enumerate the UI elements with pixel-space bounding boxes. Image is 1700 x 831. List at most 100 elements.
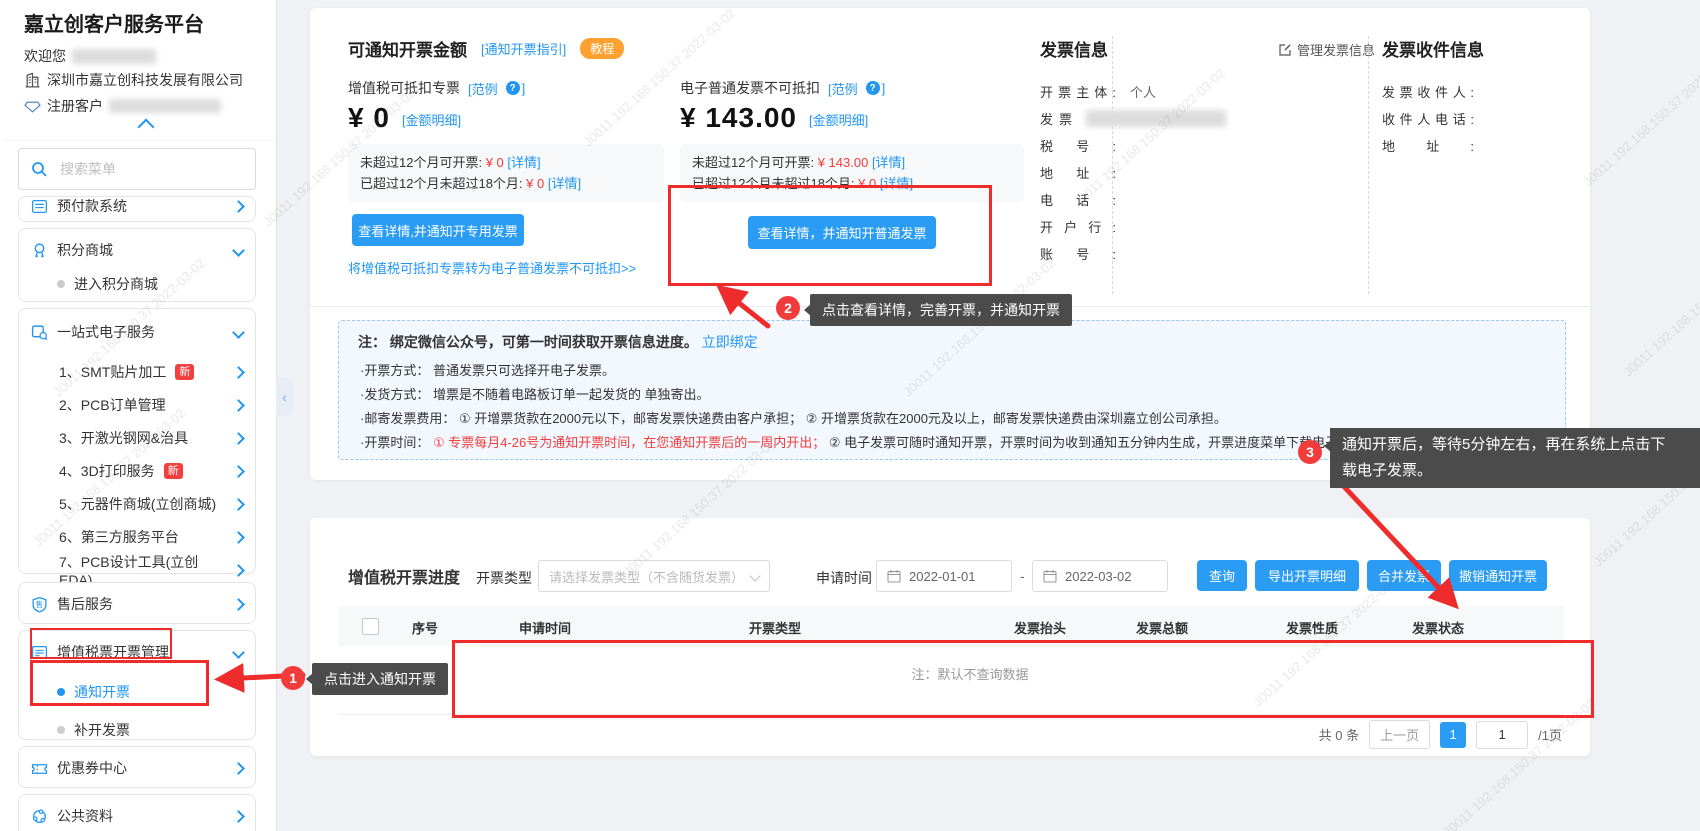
- amount-detail-link[interactable]: [金额明细]: [402, 110, 461, 134]
- sidebar-item-public-data[interactable]: 公共资料: [19, 801, 255, 831]
- detail-link[interactable]: [详情]: [880, 176, 913, 191]
- apply-time-label: 申请时间: [816, 568, 872, 588]
- notify-normal-invoice-button[interactable]: 查看详情，并通知开普通发票: [748, 216, 936, 249]
- app-title: 嘉立创客户服务平台: [24, 8, 204, 37]
- cancel-notify-invoice-button[interactable]: 撤销通知开票: [1449, 560, 1547, 591]
- example-link[interactable]: [范例: [468, 79, 498, 98]
- breakdown-line2-text: 已超过12个月未超过18个月:: [360, 176, 523, 191]
- tutorial-badge[interactable]: 教程: [580, 38, 624, 59]
- sidebar-item-label: 公共资料: [57, 806, 113, 826]
- search-input[interactable]: [58, 160, 222, 178]
- sidebar-card-vat: 增值税票开票管理 通知开票 补开发票: [18, 630, 256, 740]
- building-icon: [24, 72, 41, 89]
- sidebar-item-coupon-center[interactable]: 优惠券中心: [19, 753, 255, 783]
- normal-amount: ¥ 143.00: [680, 102, 797, 134]
- field-label: 账号:: [1040, 244, 1116, 263]
- chevron-right-icon: [232, 465, 245, 478]
- sidebar-item-label: 5、元器件商城(立创商城): [59, 494, 216, 514]
- company-line: 深圳市嘉立创科技发展有限公司: [24, 70, 243, 90]
- sidebar-item-label: 进入积分商城: [74, 274, 158, 294]
- chevron-right-icon: [232, 598, 245, 611]
- chevron-right-icon: [232, 399, 245, 412]
- invoice-type-label: 开票类型: [476, 568, 532, 588]
- note-line-postage: ·邮寄发票费用： ① 开增票货款在2000元以下，邮寄发票快递费由客户承担； ②…: [360, 408, 1227, 427]
- manage-invoice-info-label: 管理发票信息: [1297, 40, 1375, 59]
- sidebar-item-label: 3、开激光钢网&治具: [59, 428, 188, 448]
- step2-badge: 2: [776, 296, 800, 320]
- pagination: 共 0 条 上一页 1 /1页: [1319, 720, 1562, 749]
- coupon-icon: [31, 760, 48, 777]
- new-badge: 新: [175, 364, 194, 380]
- export-invoice-detail-button[interactable]: 导出开票明细: [1255, 560, 1359, 591]
- detail-link[interactable]: [详情]: [507, 155, 540, 170]
- question-circle-icon[interactable]: ?: [866, 81, 880, 95]
- chevron-right-icon: [232, 531, 245, 544]
- sidebar-item-3dprint[interactable]: 4、3D打印服务 新: [19, 456, 255, 486]
- bind-now-link[interactable]: 立即绑定: [702, 334, 758, 350]
- step1-badge: 1: [281, 666, 305, 690]
- date-to-input[interactable]: 2022-03-02: [1032, 560, 1168, 592]
- sidebar-item-prepay[interactable]: 预付款系统: [19, 196, 255, 221]
- query-button[interactable]: 查询: [1197, 560, 1247, 591]
- merge-invoice-button[interactable]: 合并发票: [1367, 560, 1441, 591]
- sidebar-item-thirdparty[interactable]: 6、第三方服务平台: [19, 522, 255, 552]
- bullet-dot-icon: [57, 726, 65, 734]
- sidebar-item-aftersale[interactable]: 售 售后服务: [19, 589, 255, 619]
- step3-tooltip: 通知开票后，等待5分钟左右，再在系统上点击下 载电子发票。: [1330, 428, 1700, 488]
- chevron-down-icon: [749, 570, 760, 581]
- sidebar-item-onestop[interactable]: 一站式电子服务: [19, 317, 255, 347]
- chevron-down-icon: [232, 244, 245, 257]
- detail-link[interactable]: [详情]: [872, 155, 905, 170]
- invoice-title-redacted: [1086, 110, 1226, 127]
- step3-badge: 3: [1298, 440, 1322, 464]
- sidebar-item-eda[interactable]: 7、PCB设计工具(立创EDA): [19, 555, 255, 585]
- sidebar-item-vat-management[interactable]: 增值税票开票管理: [19, 637, 255, 667]
- prev-page-button[interactable]: 上一页: [1369, 720, 1430, 749]
- special-amount: ¥ 0: [348, 102, 390, 134]
- sidebar-item-reissue-invoice[interactable]: 补开发票: [19, 715, 255, 745]
- special-amount-breakdown: 未超过12个月可开票: ¥ 0 [详情] 已超过12个月未超过18个月: ¥ 0…: [348, 144, 664, 202]
- sidebar-card-aftersale: 售 售后服务: [18, 582, 256, 624]
- sidebar-item-enter-points-mall[interactable]: 进入积分商城: [19, 269, 255, 299]
- invoice-type-select[interactable]: 请选择发票类型（不含随货发票）: [538, 560, 770, 592]
- amount-detail-link[interactable]: [金额明细]: [809, 110, 868, 134]
- select-placeholder: 请选择发票类型（不含随货发票）: [549, 567, 743, 586]
- example-link[interactable]: [范例: [828, 79, 858, 98]
- sidebar-item-pcb-orders[interactable]: 2、PCB订单管理: [19, 390, 255, 420]
- invoicing-guide-link[interactable]: [通知开票指引]: [481, 39, 566, 58]
- select-all-checkbox[interactable]: [362, 618, 379, 635]
- cube-search-icon: [31, 324, 48, 341]
- page-jump-input[interactable]: [1476, 721, 1528, 749]
- recipient-address-row: 地址:: [1382, 136, 1474, 155]
- manage-invoice-info-link[interactable]: 管理发票信息: [1278, 40, 1375, 59]
- detail-link[interactable]: [详情]: [548, 176, 581, 191]
- sidebar-item-smt[interactable]: 1、SMT贴片加工 新: [19, 357, 255, 387]
- question-circle-icon[interactable]: ?: [506, 81, 520, 95]
- field-label: 发票收件人:: [1382, 82, 1474, 101]
- notify-special-invoice-button[interactable]: 查看详情,并通知开专用发票: [352, 214, 524, 246]
- chevron-right-icon: [232, 810, 245, 823]
- convert-to-normal-link[interactable]: 将增值税可抵扣专票转为电子普通发票不可抵扣>>: [348, 258, 636, 277]
- recipient-name-row: 发票收件人:: [1382, 82, 1474, 101]
- note-bind-text: 绑定微信公众号，可第一时间获取开票信息进度。: [390, 334, 698, 350]
- current-page-button[interactable]: 1: [1440, 722, 1466, 748]
- calendar-icon: [887, 569, 901, 583]
- field-label: 开户行:: [1040, 217, 1116, 236]
- sidebar-item-stencil[interactable]: 3、开激光钢网&治具: [19, 423, 255, 453]
- shield-icon: 售: [31, 596, 48, 613]
- normal-invoice-label: 电子普通发票不可抵扣: [680, 78, 820, 98]
- sidebar-item-components[interactable]: 5、元器件商城(立创商城): [19, 489, 255, 519]
- chevron-right-icon: [232, 200, 245, 213]
- sidebar-item-label: 通知开票: [74, 682, 130, 702]
- sidebar-item-notify-invoicing[interactable]: 通知开票: [19, 677, 255, 707]
- header-divider: [0, 134, 276, 139]
- edit-icon: [1278, 43, 1292, 57]
- sidebar-card-prepay: 预付款系统: [18, 196, 256, 222]
- collapse-sidebar-handle[interactable]: ‹: [276, 378, 293, 416]
- chevron-right-icon: [232, 762, 245, 775]
- step1-tooltip: 点击进入通知开票: [312, 663, 448, 695]
- menu-search: [18, 148, 256, 190]
- field-value: 个人: [1130, 82, 1156, 101]
- date-from-input[interactable]: 2022-01-01: [876, 560, 1012, 592]
- sidebar-item-points-mall[interactable]: 积分商城: [19, 235, 255, 265]
